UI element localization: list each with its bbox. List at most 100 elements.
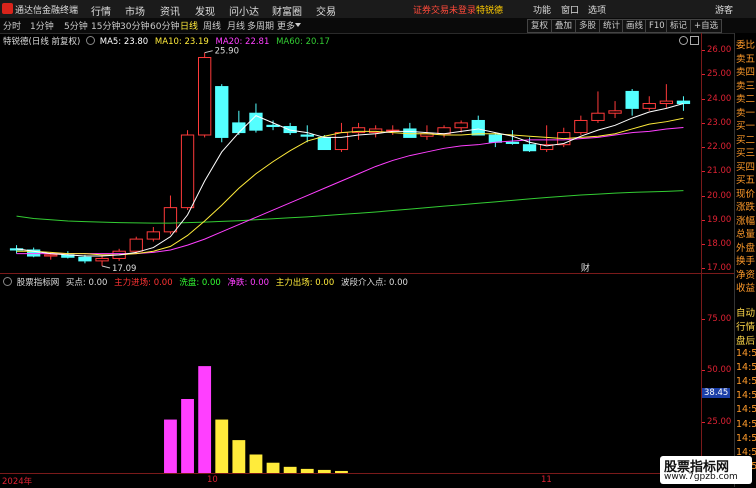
- quote-field-label: 收益: [736, 283, 756, 294]
- price-axis-label: 17.00: [707, 263, 732, 274]
- quote-field-label: 委比: [736, 40, 756, 51]
- menu-news[interactable]: 资讯: [160, 3, 180, 18]
- period-60min[interactable]: 60分钟: [150, 19, 179, 32]
- menu-ask[interactable]: 问小达: [229, 3, 259, 18]
- candlestick-chart[interactable]: 25.90 17.09 财: [0, 43, 700, 273]
- price-axis-tick: [702, 122, 705, 124]
- x-label-oct: 10: [207, 475, 218, 485]
- candle-body: [44, 254, 58, 257]
- candle-body: [266, 124, 280, 128]
- mark-button[interactable]: 标记: [666, 19, 692, 33]
- x-label-nov: 11: [541, 475, 552, 485]
- panel-mode-tab[interactable]: 行情: [736, 319, 755, 333]
- low-marker-line: [101, 265, 111, 269]
- menu-window[interactable]: 窗口: [561, 3, 579, 16]
- indicator-title[interactable]: 股票指标网: [17, 278, 60, 288]
- indicator-axis-label: 50.00: [707, 365, 732, 376]
- indicator-bar: [164, 419, 177, 473]
- price-axis: 26.00 25.00 24.00 23.00 22.00 21.00 20.00 19.00…: [701, 33, 735, 273]
- panel-mode-tab[interactable]: 盘后: [736, 333, 755, 347]
- ma20-line: [16, 126, 684, 255]
- candle-body: [488, 134, 503, 143]
- pane-divider[interactable]: [0, 273, 734, 274]
- more-chevron-down-icon[interactable]: [295, 23, 301, 27]
- menu-wealth[interactable]: 财富圈: [272, 3, 302, 18]
- x-label-year: 2024年: [2, 477, 33, 487]
- indicator-axis-tick: [702, 370, 705, 372]
- menu-quotes[interactable]: 行情: [91, 3, 111, 18]
- candle-body: [283, 126, 297, 134]
- swing-entry-label: 波段介入点: 0.00: [340, 278, 408, 288]
- period-30min[interactable]: 30分钟: [120, 19, 149, 32]
- quote-field-label: 现价: [736, 188, 756, 200]
- quote-field-label: 买三: [736, 148, 756, 159]
- period-daily[interactable]: 日线: [180, 19, 198, 32]
- candle-body: [180, 134, 195, 209]
- indicator-bar: [198, 366, 212, 473]
- user-guest[interactable]: 游客: [715, 3, 733, 16]
- indicator-axis-label: 75.00: [707, 313, 732, 324]
- sub-legend: 股票指标网 买点: 0.00 主力进场: 0.00 洗盘: 0.00 净跌: 0…: [3, 276, 408, 288]
- menu-discover[interactable]: 发现: [195, 3, 215, 18]
- menu-trade[interactable]: 交易: [316, 3, 336, 18]
- tick-time: 14:5: [736, 361, 756, 373]
- quote-field-label: 总量: [736, 229, 756, 240]
- tick-time: 14:5: [736, 404, 756, 416]
- period-multi[interactable]: 多周期: [247, 19, 274, 32]
- candle-body: [95, 257, 109, 262]
- quote-field-label: 涨跌: [736, 202, 756, 213]
- candle-body: [659, 100, 674, 105]
- indicator-chart[interactable]: [0, 288, 700, 473]
- price-axis-label: 18.00: [707, 238, 732, 249]
- period-weekly[interactable]: 周线: [203, 19, 221, 32]
- candle-body: [334, 132, 349, 151]
- period-5min[interactable]: 5分钟: [64, 19, 88, 32]
- period-monthly[interactable]: 月线: [227, 19, 245, 32]
- fq-button[interactable]: 复权: [527, 19, 553, 33]
- indicator-settings-icon[interactable]: [3, 277, 12, 286]
- quote-field-label: 卖三: [736, 80, 756, 92]
- draw-line-button[interactable]: 画线: [622, 19, 648, 33]
- add-watchlist-button[interactable]: +自选: [690, 19, 723, 33]
- price-axis-tick: [702, 171, 705, 173]
- quote-field-label: 卖五: [736, 53, 756, 65]
- period-intraday[interactable]: 分时: [3, 19, 21, 32]
- multi-stock-button[interactable]: 多股: [575, 19, 601, 33]
- price-axis-label: 21.00: [707, 166, 732, 177]
- buy-point-label: 买点: 0.00: [65, 278, 108, 288]
- indicator-axis-tick: [702, 421, 705, 423]
- indicator-bar: [249, 454, 263, 473]
- price-axis-label: 23.00: [707, 117, 732, 128]
- candle-body: [591, 112, 605, 121]
- period-1min[interactable]: 1分钟: [30, 19, 54, 32]
- candle-body: [300, 134, 314, 137]
- price-axis-tick: [702, 74, 705, 76]
- menu-options[interactable]: 选项: [588, 3, 606, 16]
- stock-name-notice: 特锐德: [476, 6, 504, 16]
- menu-market[interactable]: 市场: [125, 3, 145, 18]
- indicator-bar: [232, 440, 246, 473]
- stats-button[interactable]: 统计: [599, 19, 625, 33]
- period-more[interactable]: 更多: [277, 19, 295, 32]
- finance-event-marker: 财: [581, 262, 590, 273]
- menu-function[interactable]: 功能: [533, 3, 551, 16]
- price-axis-label: 20.00: [707, 190, 732, 201]
- quote-field-label: 净资: [736, 269, 756, 281]
- quote-field-label: 买五: [736, 175, 756, 186]
- quote-field-label: 卖一: [736, 107, 756, 119]
- wash-label: 洗盘: 0.00: [179, 278, 221, 288]
- price-axis-tick: [702, 268, 705, 270]
- login-notice[interactable]: 证券交易未登录: [413, 3, 476, 16]
- price-axis-tick: [702, 50, 705, 52]
- main-exit-label: 主力出场: 0.00: [275, 278, 335, 288]
- panel-mode-tab[interactable]: 自动: [736, 305, 755, 319]
- price-axis-label: 25.00: [707, 69, 732, 80]
- main-entry-label: 主力进场: 0.00: [114, 278, 173, 288]
- price-axis-label: 24.00: [707, 93, 732, 104]
- price-axis-label: 19.00: [707, 214, 732, 225]
- candle-body: [78, 256, 92, 262]
- candle-body: [608, 110, 622, 114]
- period-15min[interactable]: 15分钟: [91, 19, 120, 32]
- period-bar: 分时 1分钟 5分钟 15分钟 30分钟 60分钟 日线 周线 月线 多周期 更…: [0, 18, 756, 34]
- overlay-button[interactable]: 叠加: [551, 19, 577, 33]
